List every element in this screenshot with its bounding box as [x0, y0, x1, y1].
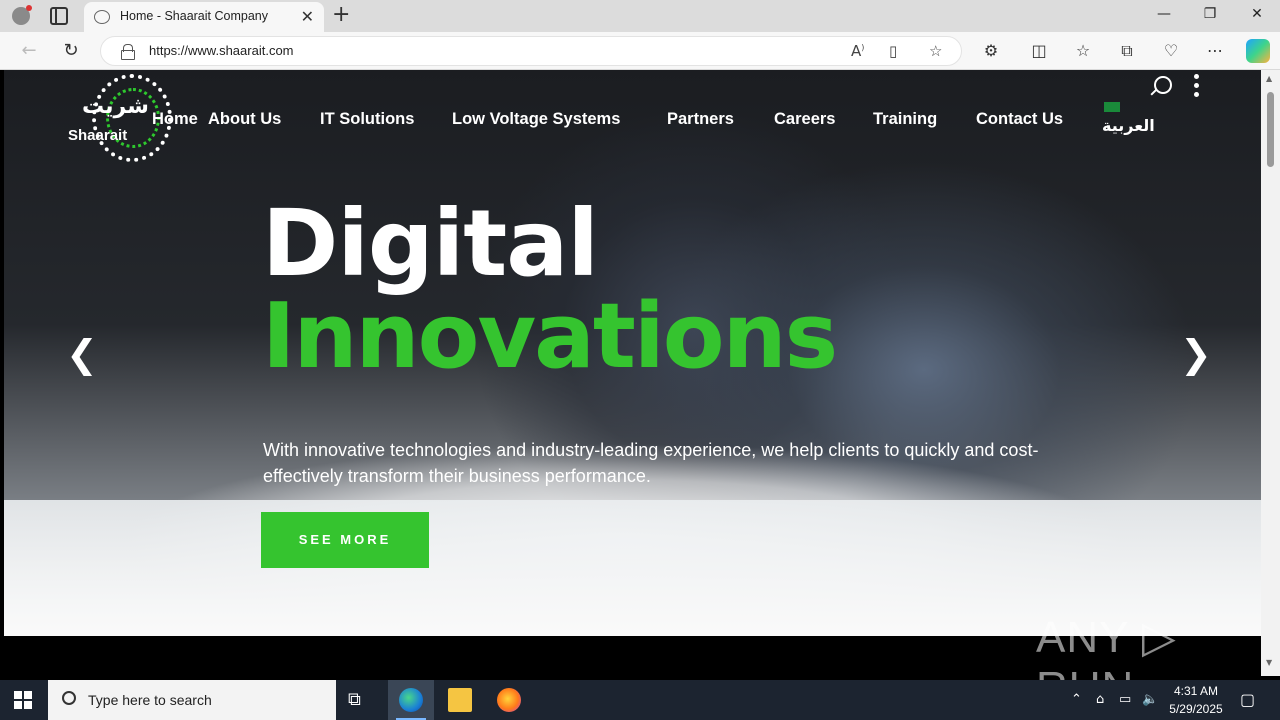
- back-icon[interactable]: ←: [18, 40, 40, 61]
- file-explorer-icon[interactable]: [448, 688, 472, 712]
- copilot-icon[interactable]: [1246, 39, 1270, 63]
- nav-careers[interactable]: Careers: [774, 110, 835, 129]
- taskbar-search-box[interactable]: Type here to search: [48, 680, 336, 720]
- firefox-icon[interactable]: [497, 688, 521, 712]
- edge-icon[interactable]: [399, 688, 423, 712]
- read-aloud-icon[interactable]: A): [851, 42, 864, 60]
- refresh-icon[interactable]: ↻: [60, 40, 82, 61]
- browser-tab[interactable]: Home - Shaarait Company ✕: [84, 2, 324, 32]
- favorite-star-icon[interactable]: ☆: [929, 42, 942, 60]
- clock-date[interactable]: 5/29/2025: [1166, 702, 1226, 716]
- language-switch[interactable]: العربية: [1102, 116, 1155, 135]
- tab-actions-icon[interactable]: [50, 7, 68, 25]
- slider-next-icon[interactable]: ❯: [1180, 332, 1212, 376]
- clock-time[interactable]: 4:31 AM: [1170, 684, 1222, 698]
- close-window-button[interactable]: ✕: [1247, 6, 1267, 22]
- search-icon[interactable]: [1149, 76, 1172, 98]
- nav-home[interactable]: Home: [152, 110, 198, 129]
- collections-icon[interactable]: ⧉: [1116, 41, 1138, 61]
- scroll-thumb[interactable]: [1267, 92, 1274, 167]
- kebab-menu-icon[interactable]: [1194, 74, 1200, 98]
- web-page: شريت Shaarait Home About Us IT Solutions…: [4, 70, 1261, 676]
- page-scrollbar[interactable]: ▲ ▼: [1261, 70, 1280, 676]
- volume-icon[interactable]: 🔈: [1142, 692, 1158, 707]
- more-menu-icon[interactable]: ⋯: [1204, 41, 1226, 60]
- hero-description: With innovative technologies and industr…: [263, 440, 1039, 486]
- address-bar-row: ← ↻ https://www.shaarait.com A) ▯ ☆ ⚙ ◫ …: [0, 32, 1280, 70]
- windows-start-icon[interactable]: [14, 691, 32, 709]
- url-field[interactable]: https://www.shaarait.com A) ▯ ☆: [100, 36, 962, 66]
- slider-prev-icon[interactable]: ❮: [66, 332, 98, 376]
- profile-icon[interactable]: [8, 4, 34, 28]
- windows-taskbar: Type here to search ⧉ ⌃ ⌂ ▭ 🔈 4:31 AM 5/…: [0, 680, 1280, 720]
- tray-chevron-icon[interactable]: ⌃: [1071, 692, 1082, 707]
- site-favicon-icon: [94, 10, 110, 24]
- nav-it-solutions[interactable]: IT Solutions: [320, 110, 414, 129]
- logo-english-text: Shaarait: [68, 127, 128, 144]
- minimize-button[interactable]: —: [1154, 6, 1174, 22]
- logo-arabic-text: شريت: [82, 94, 149, 119]
- browser-tab-bar: Home - Shaarait Company ✕ + — ❐ ✕: [0, 0, 1280, 32]
- see-more-button[interactable]: SEE MORE: [261, 512, 429, 568]
- tab-close-icon[interactable]: ✕: [301, 7, 314, 26]
- scroll-down-icon[interactable]: ▼: [1266, 658, 1272, 667]
- nav-contact-us[interactable]: Contact Us: [976, 110, 1063, 129]
- tray-device-icon[interactable]: ⌂: [1096, 692, 1104, 707]
- new-tab-button[interactable]: +: [332, 3, 350, 27]
- nav-low-voltage-systems[interactable]: Low Voltage Systems: [452, 110, 620, 129]
- network-icon[interactable]: ▭: [1119, 692, 1131, 707]
- restore-button[interactable]: ❐: [1200, 6, 1220, 22]
- hero-title-line2: Innovations: [262, 284, 838, 389]
- hero-title-line1: Digital: [262, 190, 599, 297]
- nav-about-us[interactable]: About Us: [208, 110, 281, 129]
- immersive-reader-icon[interactable]: ▯: [889, 42, 897, 60]
- task-view-icon[interactable]: ⧉: [348, 689, 372, 713]
- nav-partners[interactable]: Partners: [667, 110, 734, 129]
- taskbar-search-placeholder: Type here to search: [88, 692, 212, 708]
- saudi-flag-icon: [1104, 102, 1120, 112]
- taskbar-search-icon: [62, 691, 76, 705]
- favorites-icon[interactable]: ☆: [1072, 41, 1094, 60]
- tab-title: Home - Shaarait Company: [120, 9, 268, 23]
- performance-icon[interactable]: ♡: [1160, 41, 1182, 60]
- split-screen-icon[interactable]: ◫: [1028, 41, 1050, 60]
- scroll-up-icon[interactable]: ▲: [1266, 74, 1272, 83]
- nav-training[interactable]: Training: [873, 110, 937, 129]
- notifications-icon[interactable]: ▢: [1240, 690, 1255, 709]
- url-text[interactable]: https://www.shaarait.com: [149, 43, 294, 58]
- lock-icon[interactable]: [121, 44, 135, 60]
- extensions-icon[interactable]: ⚙: [980, 41, 1002, 60]
